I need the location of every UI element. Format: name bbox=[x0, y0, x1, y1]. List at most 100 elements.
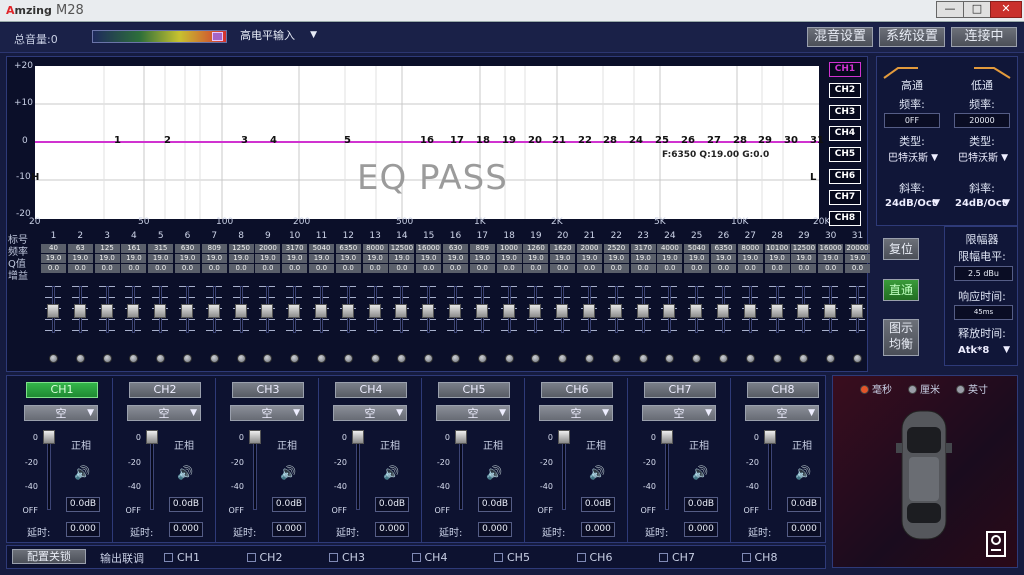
phase-label[interactable]: 正相 bbox=[71, 437, 91, 452]
band-enable-button[interactable] bbox=[451, 354, 460, 363]
band-marker[interactable]: 28 bbox=[733, 135, 747, 146]
phase-label[interactable]: 正相 bbox=[586, 437, 606, 452]
graphic-eq-button[interactable]: 图示 均衡 bbox=[883, 319, 919, 356]
band-slider-thumb[interactable] bbox=[797, 304, 810, 318]
checkbox-icon[interactable] bbox=[411, 553, 421, 562]
band-q[interactable]: 19.0 bbox=[523, 254, 549, 263]
band-gain[interactable]: 0.0 bbox=[309, 264, 334, 273]
unit-option-ms[interactable]: 毫秒 bbox=[860, 381, 892, 396]
channel-gain-value[interactable]: 0.0dB bbox=[478, 497, 512, 512]
hp-type-select[interactable]: 巴特沃斯 ▼ bbox=[884, 151, 941, 168]
band-q[interactable]: 19.0 bbox=[255, 254, 281, 263]
band-marker[interactable]: 27 bbox=[707, 135, 721, 146]
band-marker[interactable]: 1 bbox=[114, 135, 121, 146]
band-gain[interactable]: 0.0 bbox=[175, 264, 200, 273]
system-settings-button[interactable]: 系统设置 bbox=[879, 27, 945, 47]
channel-delay-value[interactable]: 0.000 bbox=[272, 522, 306, 537]
band-marker[interactable]: 26 bbox=[681, 135, 695, 146]
band-enable-button[interactable] bbox=[504, 354, 514, 363]
band-q[interactable]: 19.0 bbox=[309, 254, 334, 263]
phase-label[interactable]: 正相 bbox=[689, 437, 709, 452]
band-gain[interactable]: 0.0 bbox=[362, 264, 388, 273]
band-frequency[interactable]: 1000 bbox=[496, 244, 522, 253]
band-gain[interactable]: 0.0 bbox=[148, 264, 174, 273]
band-marker[interactable]: 18 bbox=[476, 135, 490, 146]
speaker-icon[interactable]: 🔊 bbox=[74, 466, 90, 481]
channel-tag-ch4[interactable]: CH4 bbox=[829, 125, 861, 141]
channel-source-select[interactable]: 空 ▼ bbox=[24, 405, 98, 421]
bypass-button[interactable]: 直通 bbox=[883, 279, 919, 301]
band-frequency[interactable]: 2520 bbox=[603, 244, 629, 253]
channel-gain-thumb[interactable] bbox=[661, 430, 673, 444]
band-slider-thumb[interactable] bbox=[449, 304, 461, 318]
checkbox-icon[interactable] bbox=[246, 553, 256, 562]
band-frequency[interactable]: 161 bbox=[121, 244, 147, 253]
band-gain[interactable]: 0.0 bbox=[550, 264, 576, 273]
band-q[interactable]: 19.0 bbox=[657, 254, 683, 263]
band-frequency[interactable]: 16000 bbox=[416, 244, 442, 253]
link-checkbox-ch1[interactable]: CH1 bbox=[164, 551, 200, 564]
band-frequency[interactable]: 809 bbox=[469, 244, 495, 253]
band-slider-thumb[interactable] bbox=[127, 304, 140, 318]
band-slider-thumb[interactable] bbox=[261, 304, 274, 318]
input-source-select[interactable]: 高电平输入 ▼ bbox=[236, 28, 320, 45]
band-marker[interactable]: 31 bbox=[810, 135, 824, 146]
connection-button[interactable]: 连接中 bbox=[951, 27, 1017, 47]
band-frequency[interactable]: 2000 bbox=[577, 244, 602, 253]
unit-option-cm[interactable]: 厘米 bbox=[908, 381, 940, 396]
band-q[interactable]: 19.0 bbox=[282, 254, 308, 263]
band-frequency[interactable]: 6350 bbox=[335, 244, 361, 253]
band-frequency[interactable]: 8000 bbox=[362, 244, 388, 253]
band-gain[interactable]: 0.0 bbox=[389, 264, 415, 273]
band-enable-button[interactable] bbox=[183, 354, 192, 363]
band-gain[interactable]: 0.0 bbox=[496, 264, 522, 273]
hp-freq-field[interactable]: 0FF bbox=[884, 113, 940, 128]
band-marker[interactable]: 24 bbox=[629, 135, 643, 146]
band-gain[interactable]: 0.0 bbox=[443, 264, 468, 273]
band-marker[interactable]: 2 bbox=[164, 135, 171, 146]
band-enable-button[interactable] bbox=[638, 354, 648, 363]
band-q[interactable]: 19.0 bbox=[335, 254, 361, 263]
band-enable-button[interactable] bbox=[317, 354, 326, 363]
checkbox-icon[interactable] bbox=[494, 553, 503, 562]
band-frequency[interactable]: 1260 bbox=[523, 244, 549, 253]
band-q[interactable]: 19.0 bbox=[362, 254, 388, 263]
channel-tag-ch2[interactable]: CH2 bbox=[829, 83, 861, 99]
band-q[interactable]: 19.0 bbox=[121, 254, 147, 263]
band-enable-button[interactable] bbox=[236, 354, 246, 363]
band-gain[interactable]: 0.0 bbox=[282, 264, 308, 273]
band-slider-thumb[interactable] bbox=[207, 304, 220, 318]
channel-delay-value[interactable]: 0.000 bbox=[787, 522, 821, 537]
phase-label[interactable]: 正相 bbox=[174, 437, 194, 452]
band-q[interactable]: 19.0 bbox=[416, 254, 442, 263]
channel-select-button[interactable]: CH3 bbox=[232, 382, 304, 398]
band-gain[interactable]: 0.0 bbox=[603, 264, 629, 273]
band-gain[interactable]: 0.0 bbox=[41, 264, 66, 273]
band-q[interactable]: 19.0 bbox=[201, 254, 227, 263]
band-frequency[interactable]: 20000 bbox=[845, 244, 870, 253]
band-frequency[interactable]: 630 bbox=[175, 244, 200, 253]
band-q[interactable]: 19.0 bbox=[469, 254, 495, 263]
band-q[interactable]: 19.0 bbox=[791, 254, 817, 263]
eq-response-graph[interactable]: 1 2 3 4 5 16 17 18 19 20 21 22 28 24 25 26 27 28 29 30 31 EQ… bbox=[31, 66, 824, 219]
link-checkbox-ch5[interactable]: CH5 bbox=[494, 551, 530, 564]
channel-source-select[interactable]: 空 ▼ bbox=[127, 405, 201, 421]
band-enable-button[interactable] bbox=[370, 354, 380, 363]
checkbox-icon[interactable] bbox=[576, 553, 586, 562]
band-gain[interactable]: 0.0 bbox=[630, 264, 656, 273]
checkbox-icon[interactable] bbox=[659, 553, 668, 562]
band-gain[interactable]: 0.0 bbox=[711, 264, 736, 273]
band-gain[interactable]: 0.0 bbox=[577, 264, 602, 273]
band-enable-button[interactable] bbox=[477, 354, 487, 363]
channel-gain-thumb[interactable] bbox=[764, 430, 776, 444]
band-q[interactable]: 19.0 bbox=[148, 254, 174, 263]
band-slider-thumb[interactable] bbox=[100, 304, 113, 318]
band-enable-button[interactable] bbox=[611, 354, 621, 363]
band-q[interactable]: 19.0 bbox=[737, 254, 763, 263]
unit-option-inch[interactable]: 英寸 bbox=[956, 381, 988, 396]
channel-tag-ch7[interactable]: CH7 bbox=[829, 189, 861, 205]
band-marker[interactable]: 20 bbox=[528, 135, 542, 146]
maximize-button[interactable]: □ bbox=[963, 1, 991, 18]
band-slider-thumb[interactable] bbox=[690, 304, 703, 318]
band-frequency[interactable]: 630 bbox=[443, 244, 468, 253]
